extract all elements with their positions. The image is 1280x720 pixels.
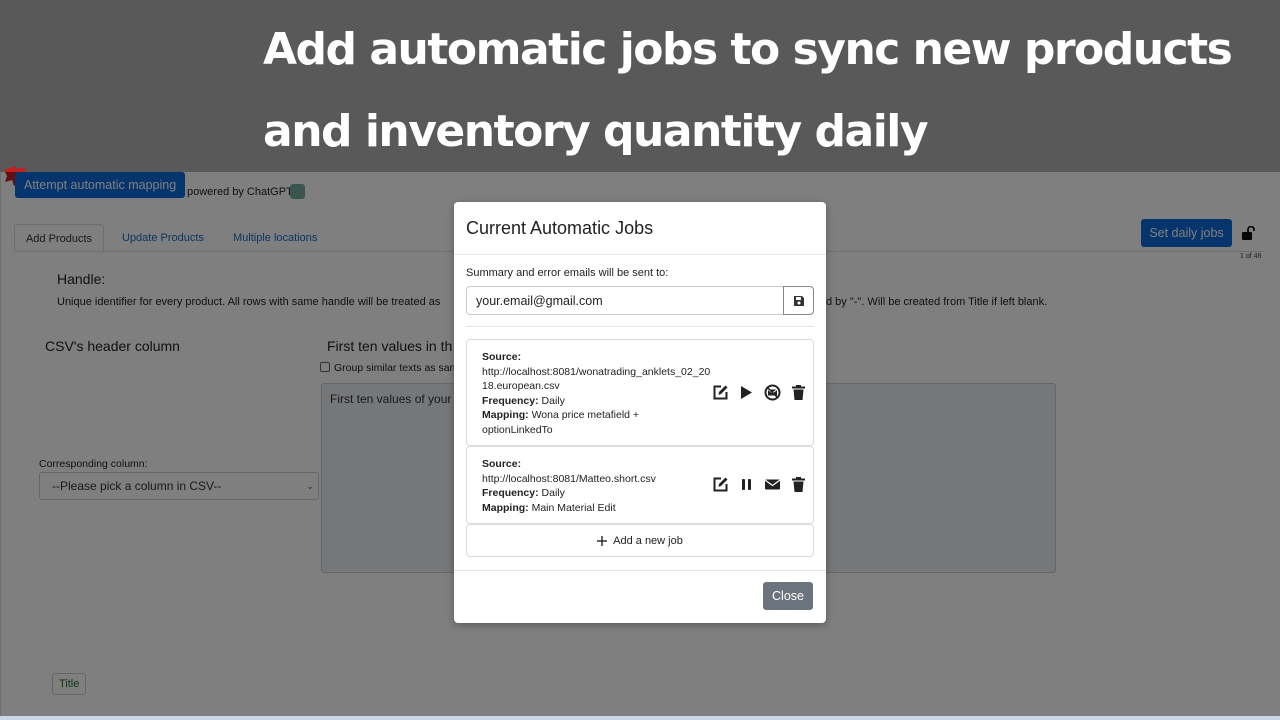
email-off-icon[interactable] (764, 384, 781, 401)
source-label: Source: (482, 351, 522, 363)
automatic-jobs-modal: Current Automatic Jobs Summary and error… (454, 202, 826, 623)
save-email-button[interactable] (783, 286, 814, 315)
job-actions (712, 384, 807, 401)
job-mapping: Main Material Edit (531, 501, 616, 514)
job-frequency: Daily (541, 394, 565, 407)
trash-icon[interactable] (790, 384, 807, 401)
caption-line-1: Add automatic jobs to sync new products (263, 24, 1233, 75)
source-label: Source: (482, 458, 522, 470)
modal-header-divider (454, 254, 826, 255)
frequency-label: Frequency: (482, 487, 539, 500)
close-button[interactable]: Close (763, 582, 813, 610)
job-card: Source: http://localhost:8081/wonatradin… (466, 339, 814, 446)
job-source: http://localhost:8081/wonatrading_anklet… (482, 365, 711, 393)
frequency-label: Frequency: (482, 394, 539, 407)
modal-footer-divider (454, 570, 826, 571)
play-icon[interactable] (738, 384, 755, 401)
email-input[interactable] (466, 286, 784, 315)
modal-title: Current Automatic Jobs (466, 218, 654, 238)
pause-icon[interactable] (738, 476, 755, 493)
job-source: http://localhost:8081/Matteo.short.csv (482, 472, 656, 485)
email-divider (466, 326, 814, 327)
plus-icon (597, 535, 608, 546)
page-bottom-edge (0, 716, 1280, 720)
add-new-job-label: Add a new job (613, 534, 683, 547)
envelope-icon[interactable] (764, 476, 781, 493)
job-details: Source: http://localhost:8081/wonatradin… (482, 350, 712, 438)
job-frequency: Daily (541, 487, 565, 500)
caption-banner: Add automatic jobs to sync new products … (0, 0, 1280, 172)
job-card: Source: http://localhost:8081/Matteo.sho… (466, 446, 814, 524)
edit-icon[interactable] (712, 476, 729, 493)
add-new-job-button[interactable]: Add a new job (466, 524, 814, 557)
trash-icon[interactable] (790, 476, 807, 493)
edit-icon[interactable] (712, 384, 729, 401)
mapping-label: Mapping: (482, 501, 529, 514)
mapping-label: Mapping: (482, 409, 529, 422)
job-actions (712, 476, 807, 493)
caption-line-2: and inventory quantity daily (263, 106, 929, 157)
floppy-disk-icon (794, 296, 804, 306)
job-details: Source: http://localhost:8081/Matteo.sho… (482, 457, 712, 515)
email-label: Summary and error emails will be sent to… (466, 267, 669, 279)
